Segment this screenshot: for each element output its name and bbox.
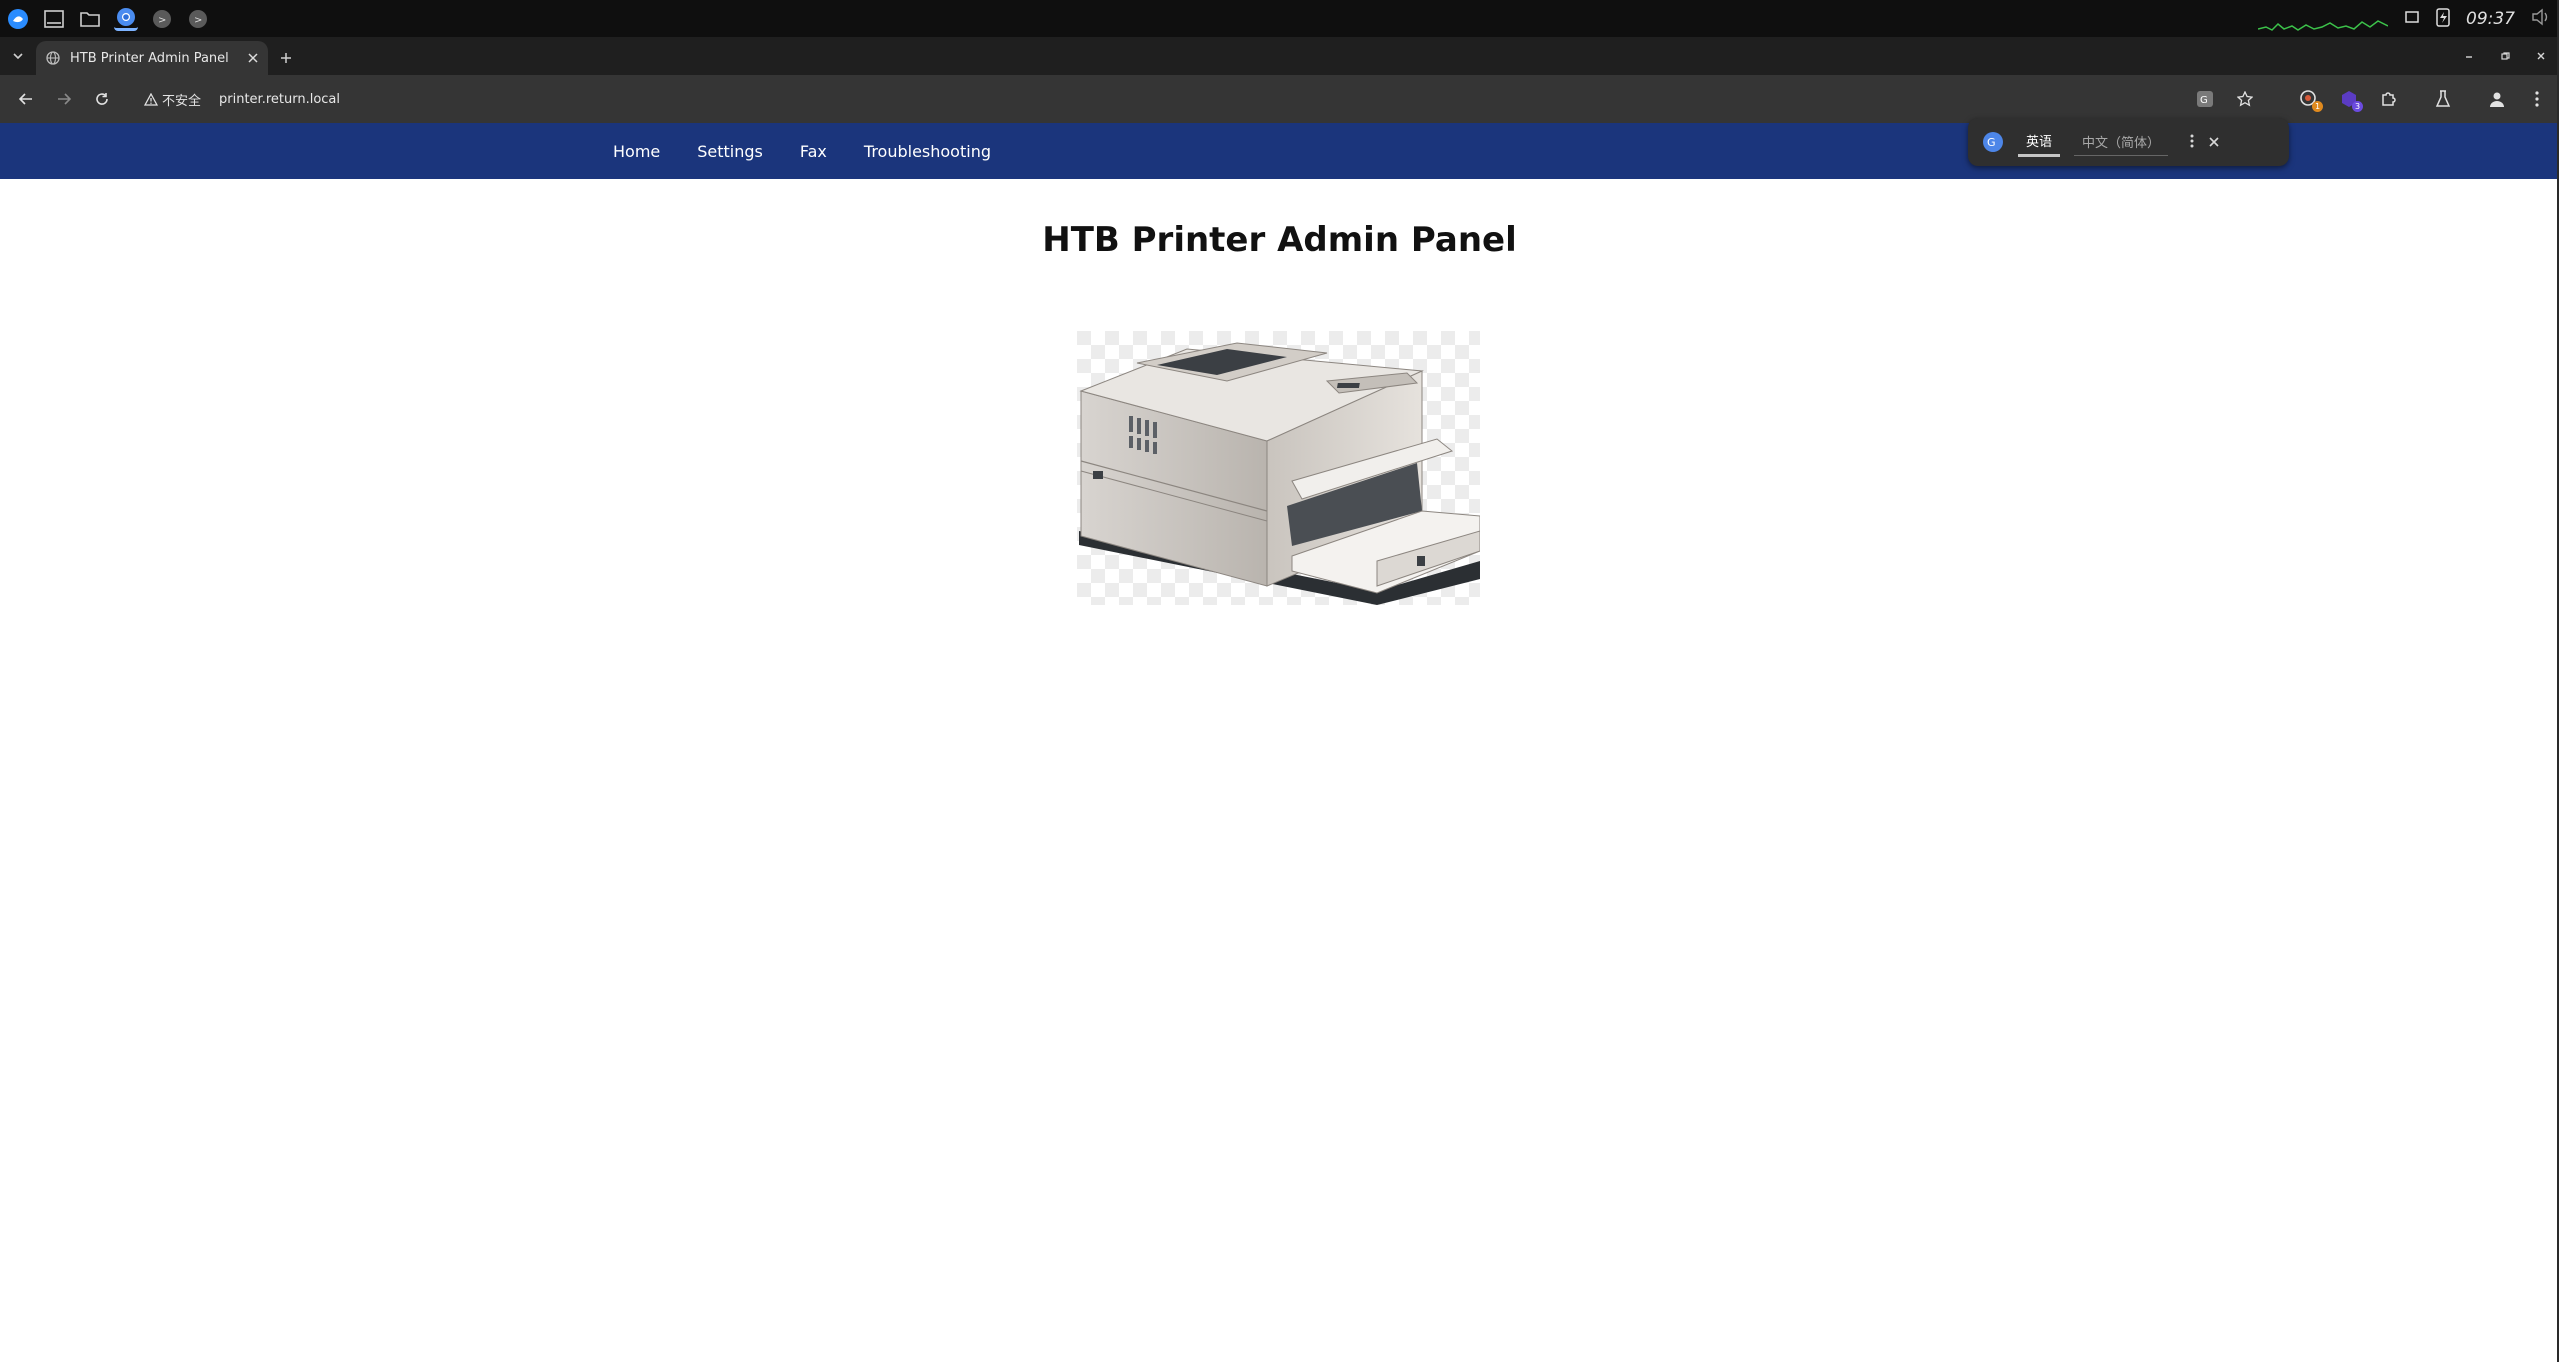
battery-icon[interactable] [2436, 7, 2450, 31]
omnibox[interactable]: 不安全 printer.return.local [144, 82, 340, 116]
minimize-button[interactable] [2451, 37, 2487, 75]
translate-icon: G [2197, 91, 2213, 107]
warning-icon [144, 92, 158, 106]
plus-icon [281, 53, 291, 63]
chevron-down-icon [13, 53, 23, 60]
app-icon-2[interactable]: > [186, 7, 210, 31]
close-tab-icon[interactable] [248, 53, 258, 63]
active-tab[interactable]: HTB Printer Admin Panel [36, 41, 268, 75]
globe-icon [46, 51, 60, 65]
system-monitor-graph [2258, 19, 2388, 31]
arrow-right-icon [58, 93, 71, 105]
forward-button[interactable] [48, 83, 80, 115]
svg-text:G: G [2200, 95, 2208, 106]
restore-button[interactable] [2487, 37, 2523, 75]
back-button[interactable] [10, 83, 42, 115]
new-tab-button[interactable] [268, 41, 304, 75]
google-translate-icon: G [1983, 132, 2003, 152]
translate-close-button[interactable] [2208, 133, 2220, 152]
folder-icon[interactable] [78, 7, 102, 31]
app-menu-icon[interactable] [6, 7, 30, 31]
extension-1-badge: 1 [2312, 101, 2323, 112]
extensions-button[interactable] [2375, 85, 2403, 113]
os-taskbar: > > 09:37 [0, 0, 2559, 37]
puzzle-icon [2382, 92, 2396, 106]
person-icon [2490, 92, 2504, 107]
translate-source-language[interactable]: 英语 [2018, 127, 2061, 157]
translate-popup: G 英语 中文（简体） [1968, 118, 2289, 166]
nav-settings[interactable]: Settings [697, 142, 763, 161]
profile-button[interactable] [2483, 85, 2511, 113]
svg-text:G: G [1987, 136, 1996, 149]
labs-button[interactable] [2429, 85, 2457, 113]
close-icon [2209, 136, 2219, 147]
star-icon [2237, 91, 2253, 107]
chrome-icon[interactable] [114, 7, 138, 31]
tab-strip: HTB Printer Admin Panel [0, 37, 2559, 75]
volume-icon[interactable] [2531, 8, 2551, 30]
terminal-icon[interactable] [42, 7, 66, 31]
nav-fax[interactable]: Fax [800, 142, 827, 161]
close-window-button[interactable] [2523, 37, 2559, 75]
tab-title: HTB Printer Admin Panel [70, 50, 229, 66]
translate-target-language[interactable]: 中文（简体） [2074, 128, 2169, 156]
nav-troubleshooting[interactable]: Troubleshooting [864, 142, 991, 161]
extension-2-badge: 3 [2352, 101, 2363, 112]
extension-1-button[interactable]: 1 [2295, 85, 2323, 113]
url-text[interactable]: printer.return.local [219, 92, 340, 107]
svg-text:>: > [158, 15, 166, 26]
security-indicator[interactable]: 不安全 [144, 90, 201, 109]
arrow-left-icon [19, 93, 32, 105]
browser-toolbar: 不安全 printer.return.local G 1 3 [0, 75, 2559, 123]
page-title: HTB Printer Admin Panel [1042, 220, 1517, 260]
printer-image [1077, 331, 1480, 605]
translate-options-button[interactable] [2190, 133, 2194, 152]
app-icon-1[interactable]: > [150, 7, 174, 31]
flask-icon [2435, 90, 2451, 107]
reload-button[interactable] [86, 83, 118, 115]
security-label: 不安全 [162, 93, 202, 109]
translate-page-button[interactable]: G [2191, 85, 2219, 113]
tab-search-button[interactable] [0, 37, 36, 75]
notification-icon[interactable] [2404, 9, 2420, 29]
extension-2-button[interactable]: 3 [2335, 85, 2363, 113]
nav-home[interactable]: Home [613, 142, 660, 161]
kebab-menu-icon [2535, 91, 2539, 107]
kebab-menu-icon [2190, 134, 2194, 147]
menu-button[interactable] [2523, 85, 2551, 113]
reload-icon [96, 93, 108, 105]
clock[interactable]: 09:37 [2466, 9, 2515, 29]
bookmark-star-button[interactable] [2231, 85, 2259, 113]
svg-text:>: > [194, 15, 202, 26]
